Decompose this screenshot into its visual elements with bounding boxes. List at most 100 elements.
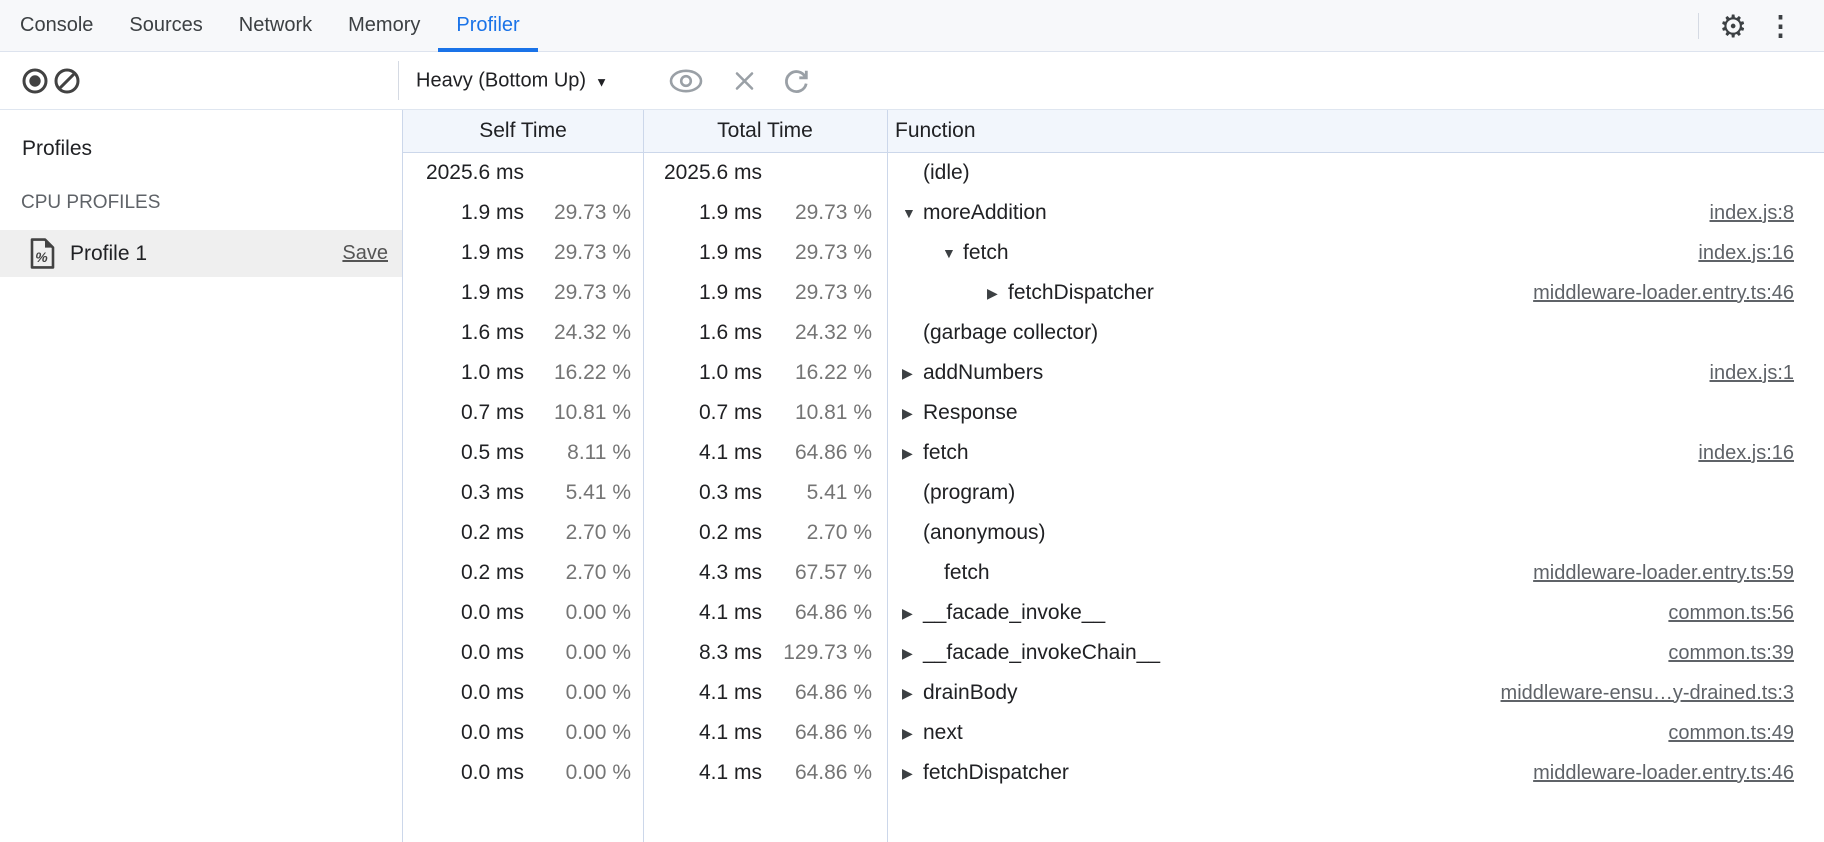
total-time-pct: 10.81 % xyxy=(762,401,872,425)
profiles-heading: Profiles xyxy=(22,137,402,161)
column-divider xyxy=(887,110,888,842)
self-time-cell: 0.3 ms5.41 % xyxy=(403,481,643,505)
save-profile-link[interactable]: Save xyxy=(342,242,388,265)
self-time-ms: 1.0 ms xyxy=(403,361,524,385)
indent-spacer xyxy=(902,333,923,334)
source-location-link[interactable]: common.ts:39 xyxy=(1668,642,1824,665)
indent-spacer xyxy=(902,293,987,294)
total-time-cell: 8.3 ms129.73 % xyxy=(643,641,887,665)
clear-profiles-button[interactable] xyxy=(52,66,82,96)
indent-spacer xyxy=(902,493,923,494)
function-cell: ▶__facade_invokeChain__common.ts:39 xyxy=(887,641,1824,665)
total-time-ms: 1.6 ms xyxy=(643,321,762,345)
column-header-total-time[interactable]: Total Time xyxy=(643,119,887,143)
profile-table-row[interactable]: 0.0 ms0.00 %4.1 ms64.86 %▶nextcommon.ts:… xyxy=(403,713,1824,753)
source-location-link[interactable]: middleware-ensu…y-drained.ts:3 xyxy=(1501,682,1824,705)
expand-arrow-icon[interactable]: ▶ xyxy=(902,685,923,702)
settings-gear-icon[interactable]: ⚙ xyxy=(1719,11,1747,42)
profile-table-row[interactable]: 0.0 ms0.00 %8.3 ms129.73 %▶__facade_invo… xyxy=(403,633,1824,673)
source-location-link[interactable]: middleware-loader.entry.ts:46 xyxy=(1533,282,1824,305)
source-location-link[interactable]: index.js:1 xyxy=(1710,362,1824,385)
self-time-cell: 2025.6 ms xyxy=(403,161,643,185)
profile-list-item[interactable]: % Profile 1 Save xyxy=(0,230,402,277)
more-options-kebab-icon[interactable]: ⋮ xyxy=(1767,13,1794,40)
self-time-pct: 29.73 % xyxy=(524,201,631,225)
total-time-pct: 2.70 % xyxy=(762,521,872,545)
function-cell: ▼fetchindex.js:16 xyxy=(887,241,1824,265)
function-cell: ▶fetchindex.js:16 xyxy=(887,441,1824,465)
self-time-pct: 5.41 % xyxy=(524,481,631,505)
source-location-link[interactable]: index.js:16 xyxy=(1698,242,1824,265)
profile-table-row[interactable]: 0.0 ms0.00 %4.1 ms64.86 %▶drainBodymiddl… xyxy=(403,673,1824,713)
expand-arrow-icon[interactable]: ▶ xyxy=(987,285,1008,302)
expand-arrow-icon[interactable]: ▶ xyxy=(902,765,923,782)
expand-arrow-icon[interactable]: ▶ xyxy=(902,645,923,662)
total-time-cell: 4.1 ms64.86 % xyxy=(643,761,887,785)
expand-arrow-icon[interactable]: ▶ xyxy=(902,605,923,622)
profile-table-row[interactable]: 1.6 ms24.32 %1.6 ms24.32 %(garbage colle… xyxy=(403,313,1824,353)
total-time-cell: 4.1 ms64.86 % xyxy=(643,681,887,705)
restore-functions-button[interactable] xyxy=(782,67,810,95)
profiling-view-label: Heavy (Bottom Up) xyxy=(416,69,586,92)
source-location-link[interactable]: common.ts:56 xyxy=(1668,602,1824,625)
profile-table-row[interactable]: 2025.6 ms2025.6 ms (idle) xyxy=(403,153,1824,193)
collapse-arrow-icon[interactable]: ▼ xyxy=(902,205,923,221)
tab-profiler[interactable]: Profiler xyxy=(438,0,537,51)
source-location-link[interactable]: index.js:8 xyxy=(1710,202,1824,225)
profile-table-row[interactable]: 1.0 ms16.22 %1.0 ms16.22 %▶addNumbersind… xyxy=(403,353,1824,393)
collapse-arrow-icon[interactable]: ▼ xyxy=(942,245,963,261)
profile-table-row[interactable]: 0.2 ms2.70 %0.2 ms2.70 %(anonymous) xyxy=(403,513,1824,553)
profile-table-row[interactable]: 0.0 ms0.00 %4.1 ms64.86 %▶__facade_invok… xyxy=(403,593,1824,633)
total-time-pct: 64.86 % xyxy=(762,721,872,745)
source-location-link[interactable]: index.js:16 xyxy=(1698,442,1824,465)
total-time-pct: 129.73 % xyxy=(762,641,872,665)
tab-sources[interactable]: Sources xyxy=(111,0,220,51)
source-location-link[interactable]: middleware-loader.entry.ts:59 xyxy=(1533,562,1824,585)
profile-table-row[interactable]: 1.9 ms29.73 %1.9 ms29.73 %▼moreAdditioni… xyxy=(403,193,1824,233)
total-time-ms: 1.9 ms xyxy=(643,241,762,265)
expand-arrow-icon[interactable]: ▶ xyxy=(902,445,923,462)
total-time-ms: 1.0 ms xyxy=(643,361,762,385)
source-location-link[interactable]: middleware-loader.entry.ts:46 xyxy=(1533,762,1824,785)
expand-arrow-icon[interactable]: ▶ xyxy=(902,365,923,382)
column-header-self-time[interactable]: Self Time xyxy=(403,119,643,143)
profile-table-row[interactable]: 0.2 ms2.70 %4.3 ms67.57 %fetchmiddleware… xyxy=(403,553,1824,593)
expand-arrow-icon[interactable]: ▶ xyxy=(902,725,923,742)
profile-table-row[interactable]: 0.5 ms8.11 %4.1 ms64.86 %▶fetchindex.js:… xyxy=(403,433,1824,473)
total-time-ms: 4.3 ms xyxy=(643,561,762,585)
function-name: next xyxy=(923,721,963,745)
grid-rows: 2025.6 ms2025.6 ms(idle)1.9 ms29.73 %1.9… xyxy=(403,153,1824,793)
tab-memory[interactable]: Memory xyxy=(330,0,438,51)
total-time-cell: 1.9 ms29.73 % xyxy=(643,201,887,225)
function-name: fetch xyxy=(944,561,990,585)
grid-header: Self Time Total Time Function xyxy=(403,110,1824,153)
tab-console[interactable]: Console xyxy=(2,0,111,51)
self-time-pct: 0.00 % xyxy=(524,641,631,665)
source-location-link[interactable]: common.ts:49 xyxy=(1668,722,1824,745)
profile-table-row[interactable]: 0.7 ms10.81 %0.7 ms10.81 %▶Response xyxy=(403,393,1824,433)
function-cell: ▶fetchDispatcher middleware-loader.entry.… xyxy=(887,761,1824,785)
close-x-icon xyxy=(732,68,757,93)
tab-network[interactable]: Network xyxy=(221,0,330,51)
profiling-view-dropdown[interactable]: Heavy (Bottom Up) ▼ xyxy=(416,69,608,92)
total-time-pct: 67.57 % xyxy=(762,561,872,585)
total-time-ms: 2025.6 ms xyxy=(643,161,762,185)
profiles-sidebar: Profiles CPU PROFILES % Profile 1 Save xyxy=(0,110,402,842)
self-time-cell: 1.9 ms29.73 % xyxy=(403,201,643,225)
refresh-icon xyxy=(782,67,810,95)
profile-table-row[interactable]: 0.3 ms5.41 %0.3 ms5.41 %(program) xyxy=(403,473,1824,513)
focus-function-button[interactable] xyxy=(668,68,704,94)
profile-table-row[interactable]: 0.0 ms0.00 %4.1 ms64.86 %▶fetchDispatche… xyxy=(403,753,1824,793)
function-name: fetchDispatcher xyxy=(923,761,1069,785)
column-header-function[interactable]: Function xyxy=(887,119,976,143)
profile-name: Profile 1 xyxy=(70,242,147,266)
profile-table-row[interactable]: 1.9 ms29.73 %1.9 ms29.73 %▶fetchDispatch… xyxy=(403,273,1824,313)
exclude-function-button[interactable] xyxy=(732,68,757,93)
expand-arrow-icon[interactable]: ▶ xyxy=(902,405,923,422)
profile-table-row[interactable]: 1.9 ms29.73 %1.9 ms29.73 %▼fetchindex.js… xyxy=(403,233,1824,273)
total-time-ms: 4.1 ms xyxy=(643,441,762,465)
record-profile-button[interactable] xyxy=(20,66,50,96)
total-time-pct: 64.86 % xyxy=(762,681,872,705)
function-cell: (idle) xyxy=(887,161,1824,185)
total-time-ms: 4.1 ms xyxy=(643,721,762,745)
